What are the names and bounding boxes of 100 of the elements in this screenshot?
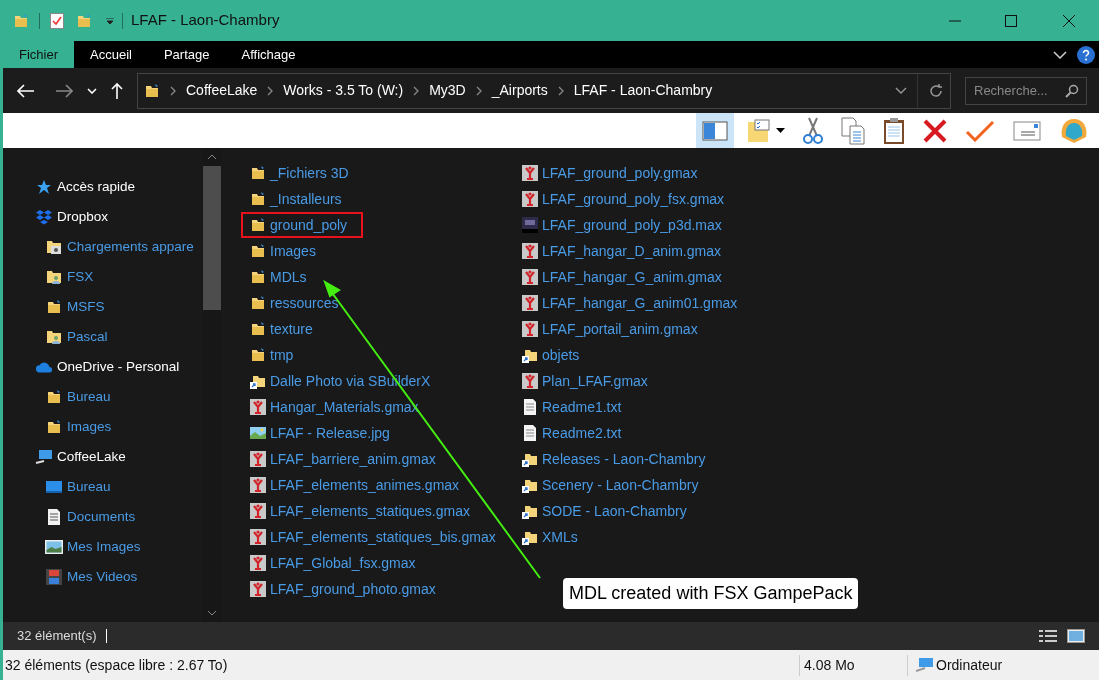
file-item[interactable]: XMLs: [522, 524, 592, 550]
file-item[interactable]: texture: [250, 316, 327, 342]
file-item[interactable]: LFAF_barriere_anim.gmax: [250, 446, 450, 472]
scroll-up-icon[interactable]: [207, 154, 217, 160]
nav-label: Mes Videos: [67, 567, 138, 586]
address-field[interactable]: CoffeeLake Works - 3.5 To (W:) My3D _Airports LFAF - Laon-Chambry: [137, 72, 951, 109]
checklist-icon[interactable]: [50, 12, 64, 29]
ribbon-tab[interactable]: Affichage: [225, 41, 312, 68]
ribbon-tab[interactable]: Partage: [147, 41, 226, 68]
nav-item[interactable]: Bureau: [3, 472, 202, 502]
breadcrumb[interactable]: Works - 3.5 To (W:): [283, 80, 404, 101]
folder-shortcut-icon: [522, 529, 538, 545]
file-item[interactable]: Readme1.txt: [522, 394, 636, 420]
nav-item[interactable]: Mes Images: [3, 532, 202, 562]
file-item[interactable]: Plan_LFAF.gmax: [522, 368, 662, 394]
nav-item[interactable]: Documents: [3, 502, 202, 532]
up-arrow-icon[interactable]: [111, 81, 123, 100]
file-item[interactable]: LFAF_elements_statiques.gmax: [250, 498, 484, 524]
file-name: objets: [542, 345, 580, 365]
folder-checklist-icon: [746, 117, 772, 144]
copy-icon: [841, 116, 865, 145]
chevron-down-icon[interactable]: [1053, 50, 1067, 59]
breadcrumb[interactable]: LFAF - Laon-Chambry: [573, 80, 713, 101]
file-item[interactable]: MDLs: [250, 264, 321, 290]
toolbar-button[interactable]: [696, 113, 734, 148]
breadcrumb[interactable]: My3D: [429, 80, 466, 101]
nav-label: Bureau: [67, 387, 111, 406]
file-name: LFAF_elements_statiques.gmax: [270, 501, 470, 521]
nav-item[interactable]: CoffeeLake: [3, 442, 202, 472]
nav-label: MSFS: [67, 297, 105, 316]
file-item[interactable]: Releases - Laon-Chambry: [522, 446, 720, 472]
file-item[interactable]: LFAF_elements_animes.gmax: [250, 472, 474, 498]
chevron-right-icon: [413, 85, 420, 96]
file-name: LFAF_ground_poly.gmax: [542, 163, 698, 183]
file-item[interactable]: LFAF_hangar_D_anim.gmax: [522, 238, 735, 264]
nav-item[interactable]: OneDrive - Personal: [3, 352, 202, 382]
file-item[interactable]: LFAF - Release.jpg: [250, 420, 404, 446]
nav-item[interactable]: Chargements appare: [3, 232, 202, 262]
nav-item[interactable]: FSX: [3, 262, 202, 292]
breadcrumb[interactable]: _Airports: [491, 80, 548, 101]
file-item[interactable]: objets: [522, 342, 594, 368]
file-item[interactable]: SODE - Laon-Chambry: [522, 498, 701, 524]
file-item[interactable]: _Fichiers 3D: [250, 160, 363, 186]
nav-item[interactable]: Accès rapide: [3, 172, 202, 202]
file-name: Plan_LFAF.gmax: [542, 371, 648, 391]
file-item[interactable]: _Installeurs: [250, 186, 356, 212]
nav-item[interactable]: Mes Videos: [3, 562, 202, 592]
file-item[interactable]: Scenery - Laon-Chambry: [522, 472, 713, 498]
ribbon-tab[interactable]: Fichier: [3, 41, 74, 68]
figure-file-icon: [522, 373, 538, 389]
file-item[interactable]: Images: [250, 238, 330, 264]
nav-item[interactable]: Images: [3, 412, 202, 442]
file-item[interactable]: LFAF_portail_anim.gmax: [522, 316, 712, 342]
details-view-icon[interactable]: [1039, 629, 1057, 643]
desktop-icon: [46, 480, 62, 494]
refresh-icon[interactable]: [928, 82, 944, 99]
file-name: LFAF_ground_poly_p3d.max: [542, 215, 722, 235]
nav-label: CoffeeLake: [57, 447, 126, 466]
file-item[interactable]: tmp: [250, 342, 308, 368]
file-item[interactable]: LFAF_hangar_G_anim.gmax: [522, 264, 736, 290]
nav-item[interactable]: Pascal: [3, 322, 202, 352]
file-item[interactable]: LFAF_elements_statiques_bis.gmax: [250, 524, 510, 550]
file-item[interactable]: LFAF_Global_fsx.gmax: [250, 550, 430, 576]
file-item[interactable]: Readme2.txt: [522, 420, 636, 446]
search-field[interactable]: Recherche...: [965, 76, 1087, 105]
figure-file-icon: [522, 191, 538, 207]
close-icon[interactable]: [1063, 14, 1075, 27]
chevron-right-icon: [557, 85, 564, 96]
file-item[interactable]: ressources: [250, 290, 353, 316]
file-item[interactable]: ground_poly: [241, 212, 364, 238]
customize-dropdown-icon[interactable]: [106, 17, 114, 24]
nav-item[interactable]: Dropbox: [3, 202, 202, 232]
file-item[interactable]: LFAF_hangar_G_anim01.gmax: [522, 290, 752, 316]
figure-file-icon: [250, 477, 266, 493]
file-name: LFAF_barriere_anim.gmax: [270, 449, 436, 469]
scroll-down-icon[interactable]: [207, 610, 217, 616]
maximize-icon[interactable]: [1005, 14, 1017, 27]
back-arrow-icon[interactable]: [17, 83, 35, 98]
help-icon[interactable]: [1077, 45, 1095, 64]
nav-label: Chargements appare: [67, 237, 194, 256]
ribbon-tab[interactable]: Accueil: [74, 41, 148, 68]
nav-label: FSX: [67, 267, 94, 286]
file-name: LFAF_ground_poly_fsx.gmax: [542, 189, 725, 209]
cloud-icon: [35, 360, 53, 374]
chevron-down-icon[interactable]: [895, 87, 907, 94]
thumbnail-view-icon[interactable]: [1067, 629, 1085, 643]
file-item[interactable]: LFAF_ground_poly.gmax: [522, 160, 712, 186]
shared-folder-icon: [46, 269, 62, 285]
nav-item[interactable]: Bureau: [3, 382, 202, 412]
breadcrumb[interactable]: CoffeeLake: [186, 80, 258, 101]
status-location: Ordinateur: [936, 655, 1003, 675]
image-file-icon: [250, 425, 266, 441]
file-item[interactable]: LFAF_ground_poly_p3d.max: [522, 212, 736, 238]
max-file-icon: [522, 217, 538, 233]
file-item[interactable]: LFAF_ground_photo.gmax: [250, 576, 450, 602]
file-name: SODE - Laon-Chambry: [542, 501, 687, 521]
chevron-right-icon: [267, 85, 274, 96]
forward-arrow-icon[interactable]: [55, 83, 73, 98]
nav-item[interactable]: MSFS: [3, 292, 202, 322]
file-item[interactable]: LFAF_ground_poly_fsx.gmax: [522, 186, 739, 212]
